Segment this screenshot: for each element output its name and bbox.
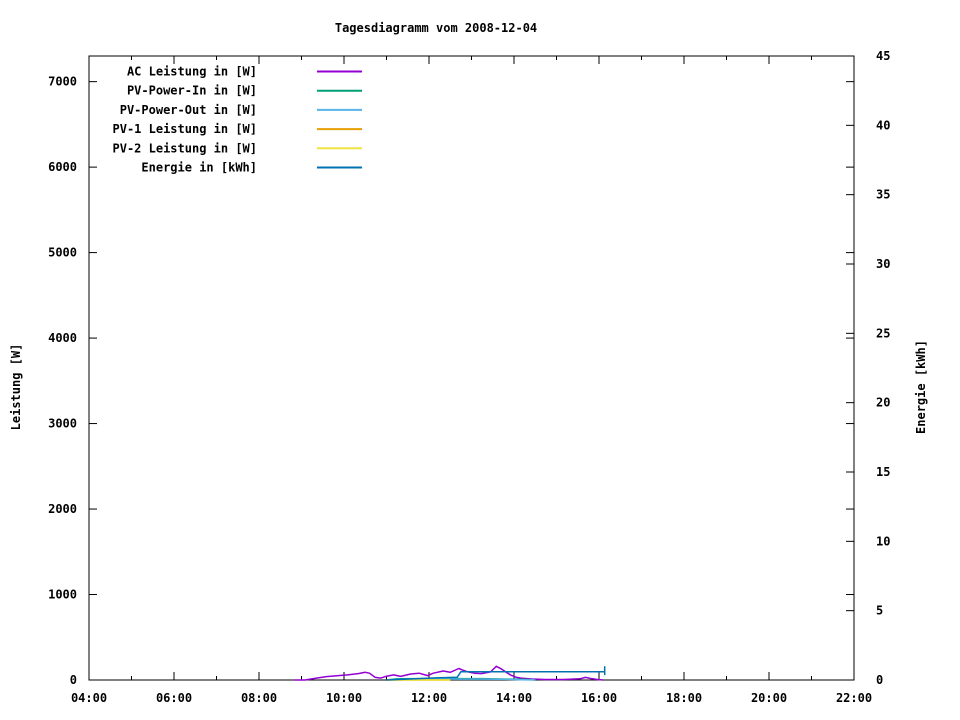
y2-tick-label: 25 — [876, 326, 890, 340]
legend-label: PV-1 Leistung in [W] — [113, 122, 258, 136]
legend-label: Energie in [kWh] — [141, 161, 257, 175]
x-tick-label: 18:00 — [666, 691, 702, 705]
y2-tick-label: 35 — [876, 188, 890, 202]
legend-label: AC Leistung in [W] — [127, 65, 257, 79]
legend-label: PV-Power-In in [W] — [127, 84, 257, 98]
x-tick-label: 16:00 — [581, 691, 617, 705]
y-tick-label: 3000 — [48, 417, 77, 431]
y2-tick-label: 30 — [876, 257, 890, 271]
y-tick-label: 4000 — [48, 331, 77, 345]
y2-tick-label: 40 — [876, 118, 890, 132]
x-tick-label: 14:00 — [496, 691, 532, 705]
y-tick-label: 2000 — [48, 502, 77, 516]
plot-area: 04:00 06:00 08:00 10:00 12:00 14:00 16:00 18:00… — [48, 49, 890, 705]
y2-tick-label: 10 — [876, 534, 890, 548]
y-tick-label: 6000 — [48, 160, 77, 174]
y-tick-label: 7000 — [48, 75, 77, 89]
x-tick-label: 22:00 — [836, 691, 872, 705]
legend-label: PV-Power-Out in [W] — [120, 103, 257, 117]
x-tick-label: 20:00 — [751, 691, 787, 705]
y-tick-label: 1000 — [48, 588, 77, 602]
x-tick-label: 08:00 — [241, 691, 277, 705]
x-tick-label: 12:00 — [411, 691, 447, 705]
x-tick-label: 04:00 — [71, 691, 107, 705]
y-tick-label: 5000 — [48, 246, 77, 260]
y2-tick-label: 20 — [876, 396, 890, 410]
chart-canvas: Tagesdiagramm vom 2008-12-04 Leistung [W… — [0, 0, 960, 720]
legend-label: PV-2 Leistung in [W] — [113, 141, 258, 155]
y2-tick-label: 5 — [876, 604, 883, 618]
x-tick-label: 10:00 — [326, 691, 362, 705]
y2-tick-label: 45 — [876, 49, 890, 63]
x-tick-label: 06:00 — [156, 691, 192, 705]
y2-tick-label: 0 — [876, 673, 883, 687]
y-tick-label: 0 — [70, 673, 77, 687]
y2-tick-label: 15 — [876, 465, 890, 479]
